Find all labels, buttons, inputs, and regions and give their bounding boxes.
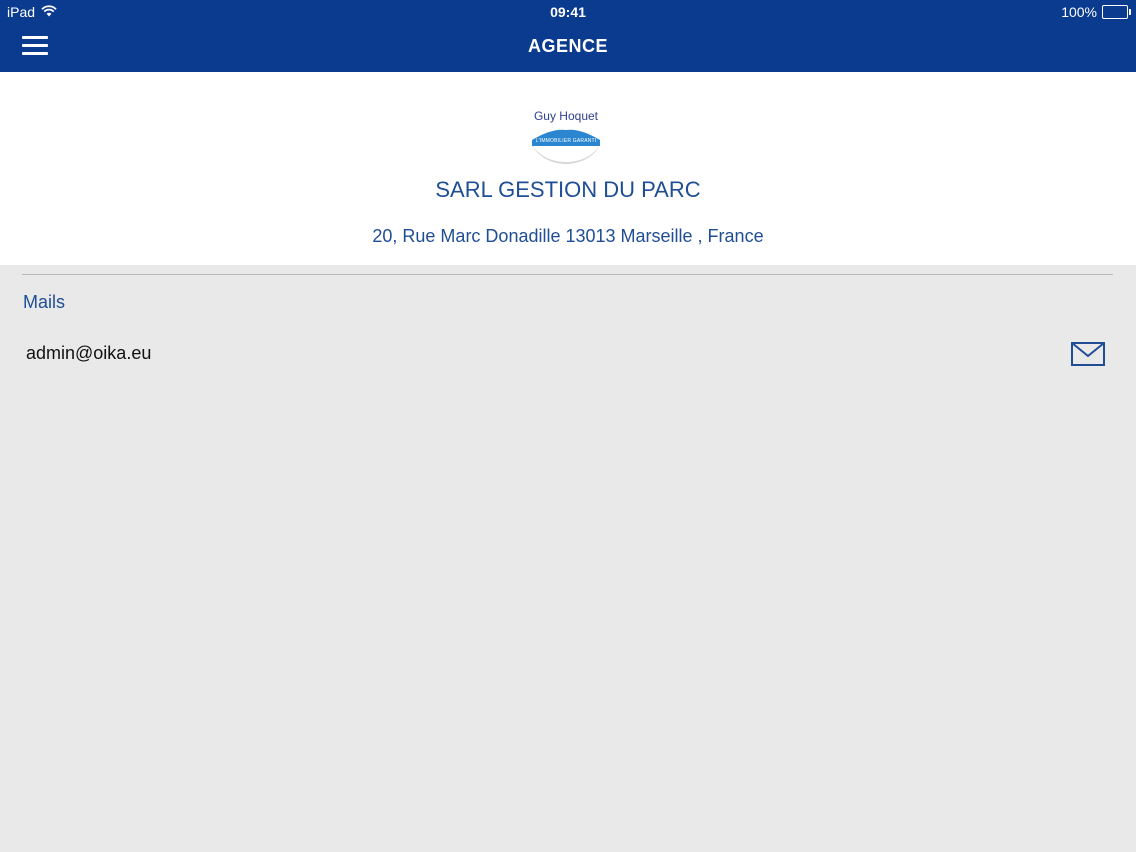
agency-header-card: Guy Hoquet L'IMMOBILIER GARANTI SARL GES… [0, 72, 1136, 265]
list-item[interactable]: admin@oika.eu [0, 330, 1136, 378]
mail-address: admin@oika.eu [26, 343, 152, 363]
top-bar: iPad 09:41 100% AGENCE [0, 0, 1136, 72]
logo-text: Guy Hoquet [533, 109, 599, 123]
navigation-bar: AGENCE [0, 22, 1136, 72]
battery-percent: 100% [1061, 4, 1097, 20]
agency-name: SARL GESTION DU PARC [435, 177, 701, 202]
section-divider [22, 274, 1113, 275]
envelope-icon[interactable] [1070, 341, 1106, 367]
logo-subtext: L'IMMOBILIER GARANTI [535, 138, 597, 144]
agency-address: 20, Rue Marc Donadille 13013 Marseille ,… [372, 226, 764, 246]
page-title: AGENCE [527, 36, 608, 56]
status-bar: iPad 09:41 100% [0, 0, 1136, 22]
status-time: 09:41 [550, 4, 586, 20]
agency-logo: Guy Hoquet L'IMMOBILIER GARANTI [530, 106, 602, 164]
battery-icon [1102, 5, 1131, 19]
mails-section-title: Mails [23, 292, 66, 312]
status-right: 100% [1061, 4, 1131, 20]
